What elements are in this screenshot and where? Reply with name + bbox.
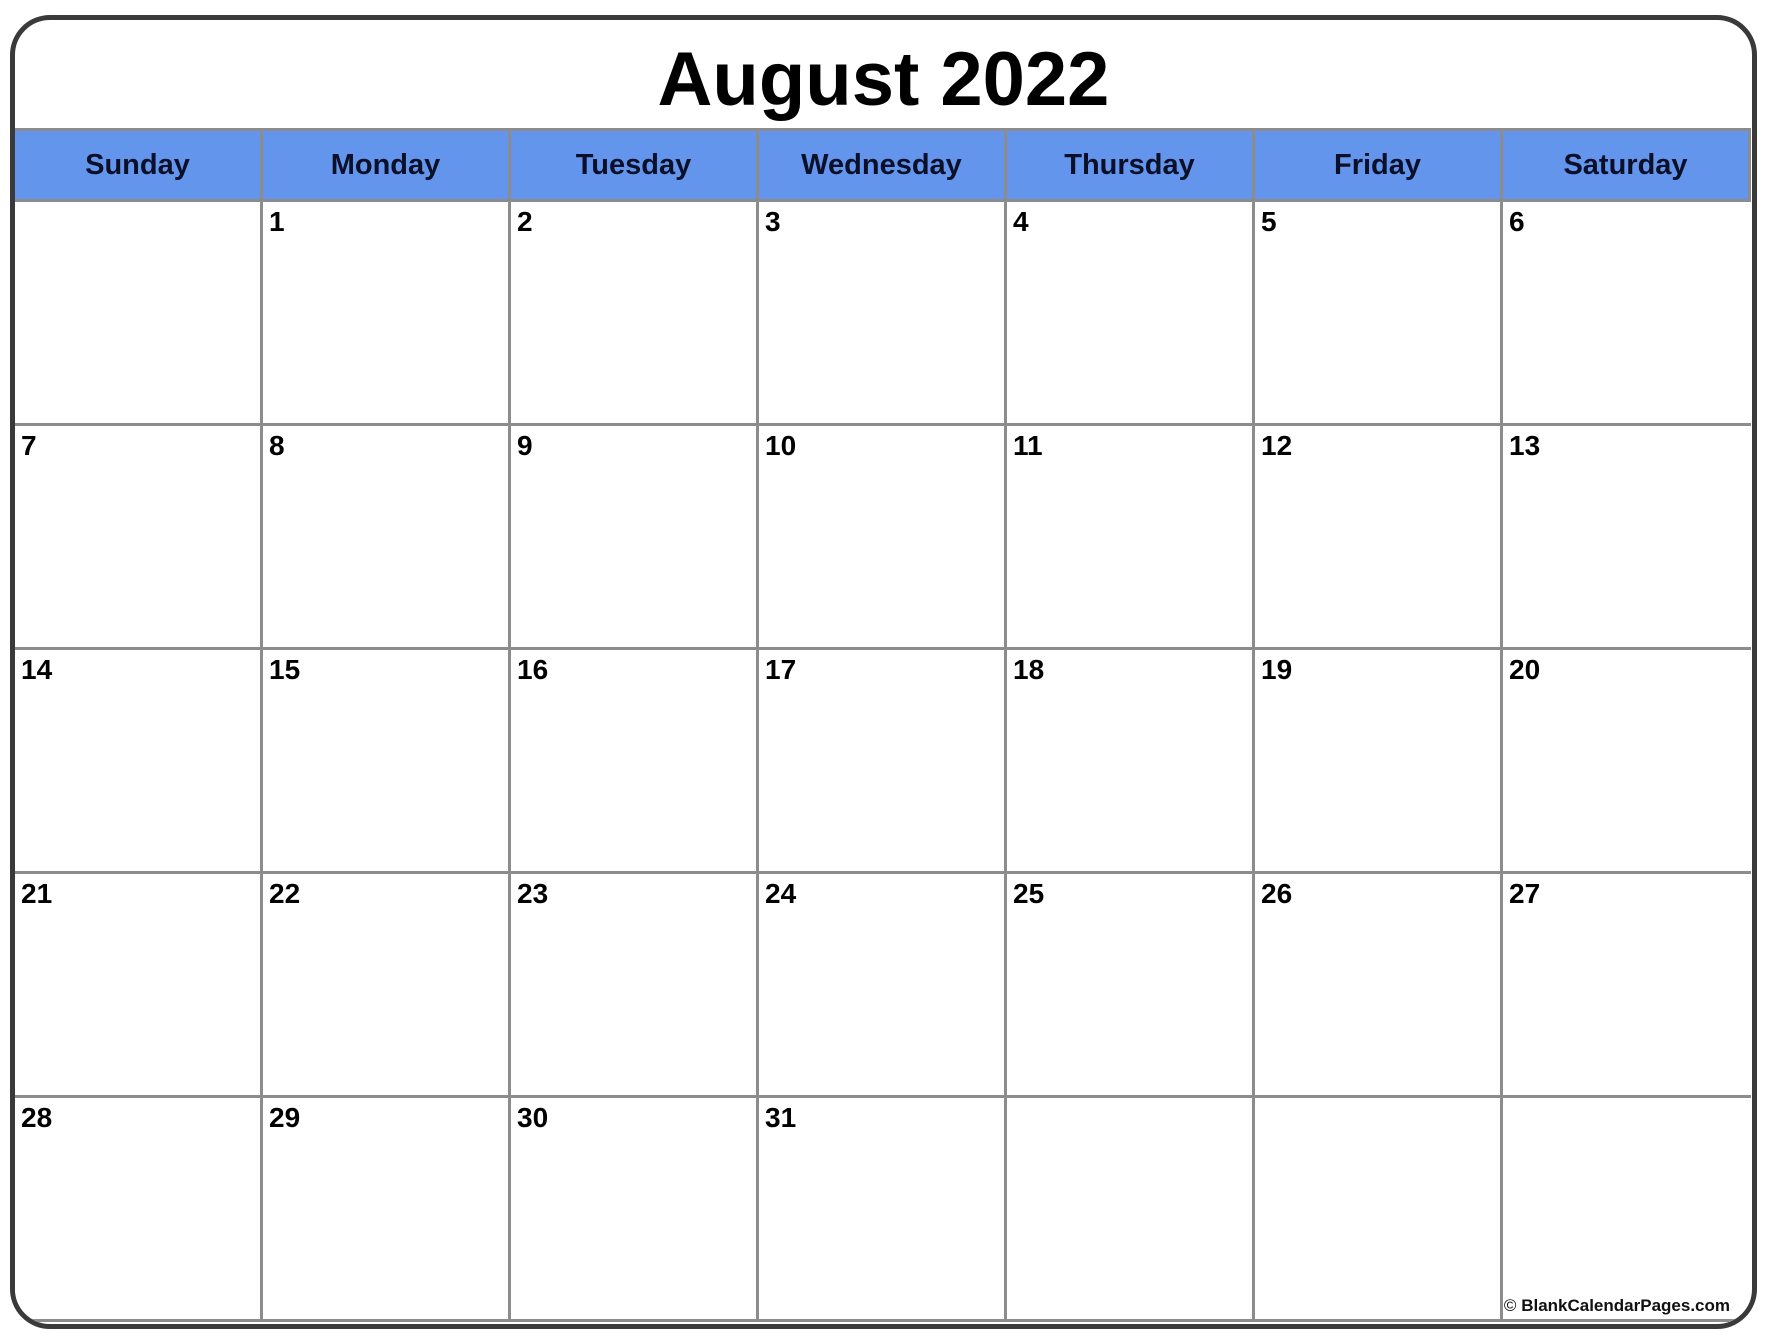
day-number: 31 [765,1102,797,1133]
day-number: 21 [21,878,53,909]
day-number: 9 [517,430,533,461]
calendar-grid: Sunday Monday Tuesday Wednesday Thursday… [15,128,1752,1322]
footer-site-name: BlankCalendarPages.com [1521,1296,1730,1315]
day-number: 12 [1261,430,1293,461]
day-cell[interactable]: 15 [263,650,511,874]
calendar-title: August 2022 [657,37,1110,122]
day-cell[interactable]: 4 [1007,202,1255,426]
weekday-header-sunday: Sunday [15,128,263,202]
day-cell[interactable]: 7 [15,426,263,650]
day-number: 16 [517,654,549,685]
day-cell[interactable]: 12 [1255,426,1503,650]
day-cell[interactable]: 22 [263,874,511,1098]
day-number: 27 [1509,878,1541,909]
day-number: 7 [21,430,37,461]
weekday-header-saturday: Saturday [1503,128,1751,202]
day-number: 10 [765,430,797,461]
day-cell[interactable]: 19 [1255,650,1503,874]
day-number: 2 [517,206,533,237]
weekday-header-friday: Friday [1255,128,1503,202]
day-cell[interactable] [1503,1098,1751,1322]
day-number: 8 [269,430,285,461]
day-number: 11 [1013,430,1043,461]
day-number: 15 [269,654,301,685]
day-cell[interactable]: 31 [759,1098,1007,1322]
day-number: 23 [517,878,549,909]
day-cell[interactable]: 2 [511,202,759,426]
day-number: 4 [1013,206,1029,237]
weekday-header-monday: Monday [263,128,511,202]
day-cell[interactable]: 28 [15,1098,263,1322]
day-number: 22 [269,878,301,909]
weekday-header-thursday: Thursday [1007,128,1255,202]
day-number: 24 [765,878,797,909]
day-cell[interactable]: 24 [759,874,1007,1098]
weekday-header-tuesday: Tuesday [511,128,759,202]
day-cell[interactable]: 13 [1503,426,1751,650]
day-cell[interactable]: 5 [1255,202,1503,426]
day-number: 29 [269,1102,301,1133]
day-cell[interactable] [15,202,263,426]
day-cell[interactable] [1255,1098,1503,1322]
day-cell[interactable]: 8 [263,426,511,650]
day-number: 17 [765,654,797,685]
day-number: 28 [21,1102,53,1133]
day-cell[interactable]: 25 [1007,874,1255,1098]
day-cell[interactable]: 16 [511,650,759,874]
day-number: 30 [517,1102,549,1133]
weekday-header-wednesday: Wednesday [759,128,1007,202]
day-number: 6 [1509,206,1525,237]
copyright-icon: © [1503,1296,1517,1315]
day-cell[interactable]: 9 [511,426,759,650]
day-number: 18 [1013,654,1045,685]
day-number: 25 [1013,878,1045,909]
day-cell[interactable]: 21 [15,874,263,1098]
day-number: 20 [1509,654,1541,685]
day-number: 1 [269,206,285,237]
day-cell[interactable]: 1 [263,202,511,426]
day-number: 5 [1261,206,1277,237]
day-cell[interactable]: 10 [759,426,1007,650]
day-cell[interactable]: 27 [1503,874,1751,1098]
day-cell[interactable]: 11 [1007,426,1255,650]
day-cell[interactable]: 26 [1255,874,1503,1098]
day-cell[interactable]: 6 [1503,202,1751,426]
day-cell[interactable]: 17 [759,650,1007,874]
day-number: 3 [765,206,781,237]
day-cell[interactable]: 3 [759,202,1007,426]
day-number: 14 [21,654,53,685]
day-cell[interactable]: 29 [263,1098,511,1322]
day-cell[interactable]: 23 [511,874,759,1098]
day-number: 26 [1261,878,1293,909]
calendar-frame: August 2022 Sunday Monday Tuesday Wednes… [10,15,1757,1329]
day-cell[interactable]: 30 [511,1098,759,1322]
day-number: 13 [1509,430,1541,461]
day-cell[interactable]: 20 [1503,650,1751,874]
day-cell[interactable] [1007,1098,1255,1322]
day-number: 19 [1261,654,1293,685]
day-cell[interactable]: 18 [1007,650,1255,874]
day-cell[interactable]: 14 [15,650,263,874]
footer-credit: © BlankCalendarPages.com [1504,1296,1730,1316]
